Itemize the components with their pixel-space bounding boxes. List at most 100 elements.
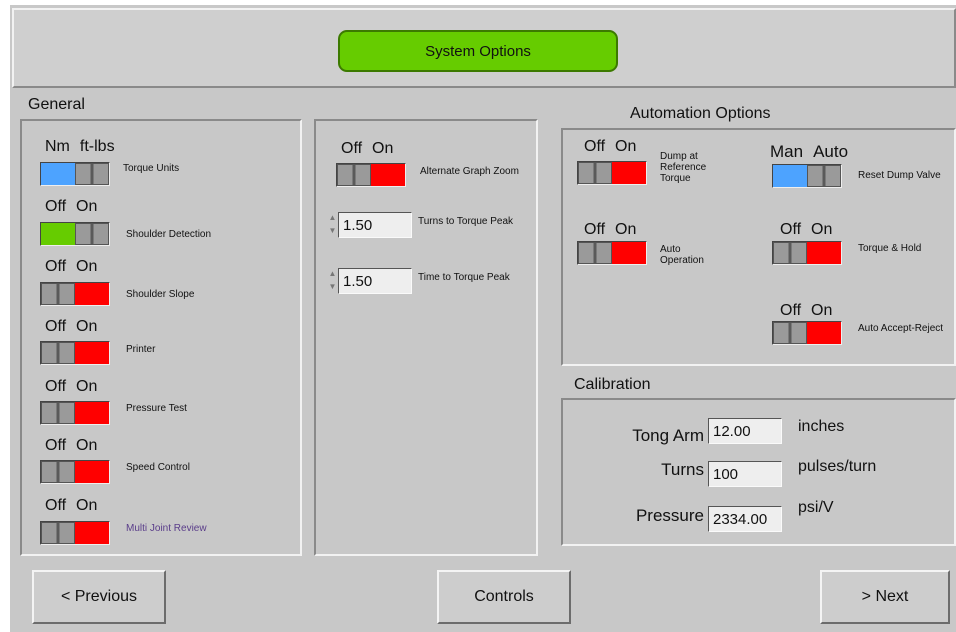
tong-arm-unit: inches [798,418,845,435]
graph-zoom-right-label: On [372,140,394,157]
torque-hold-switch[interactable] [772,241,842,265]
auto-operation-label: Auto Operation [660,244,704,266]
switch-knob [578,242,612,264]
spinner-down-icon[interactable]: ▼ [328,280,337,293]
graph-zoom-left-label: Off [341,140,363,157]
switch-fill [807,322,841,344]
switch-knob [41,522,75,544]
tong-arm-input[interactable]: 12.00 [708,418,782,444]
pressure-unit: psi/V [798,499,834,516]
switch-knob [41,283,75,305]
pressure-test-label: Pressure Test [126,403,187,414]
auto-accept-reject-right-label: On [811,302,833,319]
pressure-input[interactable]: 2334.00 [708,506,782,532]
controls-button[interactable]: Controls [437,570,571,624]
dump-reference-switch[interactable] [577,161,647,185]
printer-labels: Off On [45,318,107,336]
pressure-test-labels: Off On [45,378,107,396]
switch-knob [773,322,807,344]
turns-to-torque-peak-input[interactable]: 1.50 [338,212,412,238]
switch-fill [75,461,109,483]
switch-fill [41,223,75,245]
graph-zoom-labels: Off On [341,140,403,158]
auto-operation-right-label: On [615,221,637,238]
page-title: System Options [338,30,618,72]
auto-accept-reject-left-label: Off [780,302,802,319]
printer-left-label: Off [45,318,67,335]
spinner-up-icon[interactable]: ▲ [328,211,337,224]
turns-input[interactable]: 100 [708,461,782,487]
switch-knob [75,223,109,245]
torque-hold-right-label: On [811,221,833,238]
dump-reference-right-label: On [615,138,637,155]
tong-arm-label: Tong Arm [632,426,704,445]
shoulder-slope-right-label: On [76,258,98,275]
pressure-test-right-label: On [76,378,98,395]
spinner-down-icon[interactable]: ▼ [328,224,337,237]
switch-knob [773,242,807,264]
switch-knob [578,162,612,184]
pressure-test-switch[interactable] [40,401,110,425]
torque-units-right-label: ft-lbs [79,138,115,155]
multi-joint-review-right-label: On [76,497,98,514]
auto-accept-reject-labels: Off On [780,302,842,320]
multi-joint-review-switch[interactable] [40,521,110,545]
speed-control-right-label: On [76,437,98,454]
spinner-up-icon[interactable]: ▲ [328,267,337,280]
torque-units-switch[interactable] [40,162,110,186]
reset-dump-valve-label: Reset Dump Valve [858,170,941,181]
auto-accept-reject-label: Auto Accept-Reject [858,323,944,334]
previous-button[interactable]: < Previous [32,570,166,624]
turns-label: Turns [661,460,704,479]
reset-dump-valve-left-label: Man [770,142,804,161]
shoulder-detection-right-label: On [76,198,98,215]
torque-units-left-label: Nm [45,138,70,155]
torque-hold-label: Torque & Hold [858,243,922,254]
switch-fill [773,165,807,187]
switch-fill [807,242,841,264]
switch-knob [807,165,841,187]
dump-reference-labels: Off On [584,138,646,156]
shoulder-detection-switch[interactable] [40,222,110,246]
auto-operation-left-label: Off [584,221,606,238]
speed-control-switch[interactable] [40,460,110,484]
pressure-label: Pressure [635,506,704,525]
time-to-torque-peak-input[interactable]: 1.50 [338,268,412,294]
torque-units-label: Torque Units [123,163,180,174]
switch-fill [75,283,109,305]
reset-dump-valve-right-label: Auto [813,142,849,161]
dump-reference-left-label: Off [584,138,606,155]
printer-switch[interactable] [40,341,110,365]
switch-fill [612,242,646,264]
torque-hold-left-label: Off [780,221,802,238]
shoulder-slope-labels: Off On [45,258,107,276]
switch-fill [75,402,109,424]
multi-joint-review-left-label: Off [45,497,67,514]
speed-control-labels: Off On [45,437,107,455]
pressure-test-left-label: Off [45,378,67,395]
turns-unit: pulses/turn [798,458,877,475]
shoulder-slope-switch[interactable] [40,282,110,306]
time-peak-spinner[interactable]: ▲ ▼ [328,267,337,295]
switch-knob [75,163,109,185]
switch-knob [41,402,75,424]
dump-reference-label: Dump at Reference Torque [660,151,707,184]
auto-accept-reject-switch[interactable] [772,321,842,345]
calibration-label: Calibration [574,376,651,393]
shoulder-slope-left-label: Off [45,258,67,275]
shoulder-detection-left-label: Off [45,198,67,215]
turns-to-torque-peak-label: Turns to Torque Peak [418,216,514,227]
auto-operation-switch[interactable] [577,241,647,265]
graph-zoom-switch[interactable] [336,163,406,187]
next-button[interactable]: > Next [820,570,950,624]
reset-dump-valve-switch[interactable] [772,164,842,188]
automation-options-label: Automation Options [630,105,771,122]
switch-fill [75,522,109,544]
speed-control-label: Speed Control [126,462,190,473]
auto-operation-labels: Off On [584,221,646,239]
turns-peak-spinner[interactable]: ▲ ▼ [328,211,337,239]
switch-knob [41,461,75,483]
graph-zoom-label: Alternate Graph Zoom [420,166,519,177]
reset-dump-valve-labels: Man Auto [770,142,858,162]
time-to-torque-peak-label: Time to Torque Peak [418,272,510,283]
